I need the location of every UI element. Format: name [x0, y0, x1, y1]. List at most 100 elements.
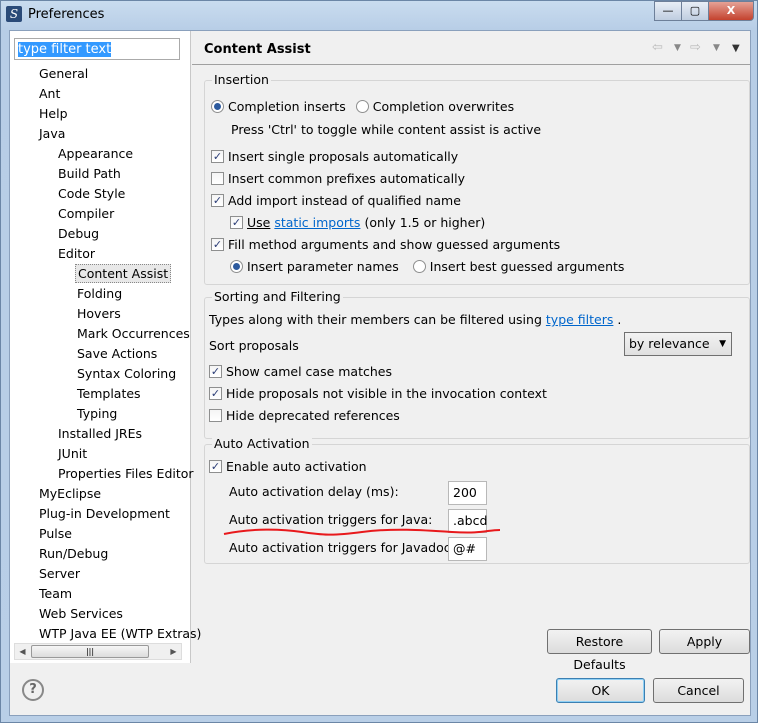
toggle-hint: Press 'Ctrl' to toggle while content ass… — [231, 122, 542, 137]
cancel-button[interactable]: Cancel — [653, 678, 744, 703]
app-icon: S — [6, 6, 22, 22]
tree-item[interactable]: Build Path — [56, 164, 123, 183]
maximize-button[interactable]: ▢ — [681, 1, 709, 21]
tree-item[interactable]: Properties Files Editor — [56, 464, 196, 483]
tree-item[interactable]: Run/Debug — [37, 544, 110, 563]
checkbox-label: Enable auto activation — [226, 459, 367, 474]
camel-case-checkbox[interactable]: ✓ — [209, 365, 222, 378]
group-legend: Sorting and Filtering — [212, 289, 343, 304]
completion-inserts-radio[interactable] — [211, 100, 224, 113]
hide-deprecated-checkbox[interactable] — [209, 409, 222, 422]
tree-item[interactable]: Web Services — [37, 604, 125, 623]
checkbox-label: Add import instead of qualified name — [228, 193, 461, 208]
tree-item[interactable]: Hovers — [75, 304, 123, 323]
filter-description: Types along with their members can be fi… — [209, 312, 542, 327]
tree-item[interactable]: Server — [37, 564, 82, 583]
tree-item[interactable]: Installed JREs — [56, 424, 144, 443]
group-legend: Insertion — [212, 72, 271, 87]
checkbox-label: Use — [247, 215, 271, 230]
common-prefixes-checkbox[interactable] — [211, 172, 224, 185]
scroll-right-icon[interactable]: ▶ — [166, 644, 181, 659]
completion-overwrites-radio[interactable] — [355, 100, 369, 113]
preference-tree-pane: type filter text General Ant Help Java Appea… — [10, 31, 201, 663]
tree-item[interactable]: Appearance — [56, 144, 135, 163]
tree-item[interactable]: Syntax Coloring — [75, 364, 178, 383]
delay-input[interactable]: 200 — [448, 481, 487, 505]
radio-label: Insert best guessed arguments — [429, 259, 625, 274]
sort-value: by relevance — [629, 336, 710, 351]
forward-icon[interactable]: ⇨ — [690, 40, 701, 55]
enable-auto-activation-checkbox[interactable]: ✓ — [209, 460, 222, 473]
tree-item[interactable]: Java — [37, 124, 67, 143]
sorting-filtering-group: Sorting and Filtering Types along with t… — [204, 289, 750, 439]
back-icon[interactable]: ⇦ — [652, 40, 663, 55]
tree-item[interactable]: Plug-in Development — [37, 504, 172, 523]
preferences-window: S Preferences — ▢ X type filter text Gen… — [0, 0, 758, 723]
fill-method-args-checkbox[interactable]: ✓ — [211, 238, 224, 251]
sort-proposals-select[interactable]: by relevance ▼ — [624, 332, 732, 356]
ok-button[interactable]: OK — [556, 678, 645, 703]
single-proposals-checkbox[interactable]: ✓ — [211, 150, 224, 163]
back-dropdown-icon[interactable]: ▼ — [674, 43, 681, 53]
tree-item[interactable]: Editor — [56, 244, 97, 263]
radio-label: Insert parameter names — [247, 259, 399, 274]
javadoc-triggers-label: Auto activation triggers for Javadoc: — [229, 540, 455, 555]
tree-item[interactable]: Templates — [75, 384, 143, 403]
tree-item[interactable]: Help — [37, 104, 70, 123]
tree-item[interactable]: Code Style — [56, 184, 127, 203]
hide-not-visible-checkbox[interactable]: ✓ — [209, 387, 222, 400]
tree-item[interactable]: Debug — [56, 224, 101, 243]
apply-button[interactable]: Apply — [659, 629, 750, 654]
tree-item[interactable]: Compiler — [56, 204, 116, 223]
view-menu-icon[interactable]: ▼ — [732, 43, 740, 54]
tree-item[interactable]: Pulse — [37, 524, 74, 543]
checkbox-label: Show camel case matches — [226, 364, 392, 379]
tree-item[interactable]: MyEclipse — [37, 484, 103, 503]
forward-dropdown-icon[interactable]: ▼ — [713, 43, 720, 53]
red-underline-annotation — [223, 528, 501, 536]
use-static-imports-checkbox[interactable]: ✓ — [230, 216, 243, 229]
filter-input[interactable]: type filter text — [14, 38, 180, 60]
tree-item[interactable]: JUnit — [56, 444, 89, 463]
dialog-body: type filter text General Ant Help Java Appea… — [9, 30, 751, 716]
javadoc-triggers-input[interactable]: @# — [448, 537, 487, 561]
content-assist-page: Content Assist ⇦ ▼ ⇨ ▼ ▼ Insertion Compl… — [192, 31, 750, 672]
version-note: (only 1.5 or higher) — [364, 215, 486, 230]
checkbox-label: Fill method arguments and show guessed a… — [228, 237, 561, 252]
chevron-down-icon: ▼ — [719, 339, 726, 349]
checkbox-label: Insert single proposals automatically — [228, 149, 459, 164]
checkbox-label: Insert common prefixes automatically — [228, 171, 466, 186]
group-legend: Auto Activation — [212, 436, 312, 451]
tree-item[interactable]: WTP Java EE (WTP Extras) — [37, 624, 203, 643]
scroll-thumb[interactable]: ||| — [31, 645, 149, 658]
title-bar: S Preferences — ▢ X — [1, 1, 758, 29]
page-title: Content Assist — [204, 42, 311, 57]
tree-item[interactable]: Mark Occurrences — [75, 324, 192, 343]
tree-item[interactable]: General — [37, 64, 90, 83]
insertion-group: Insertion Completion inserts Completion … — [204, 72, 750, 285]
page-header: Content Assist ⇦ ▼ ⇨ ▼ ▼ — [192, 31, 750, 65]
tree-item[interactable]: Save Actions — [75, 344, 159, 363]
tree-item[interactable]: Ant — [37, 84, 62, 103]
tree-item[interactable]: Folding — [75, 284, 124, 303]
minimize-button[interactable]: — — [654, 1, 682, 21]
filter-text: type filter text — [18, 42, 112, 57]
java-triggers-label: Auto activation triggers for Java: — [229, 512, 433, 527]
checkbox-label: Hide deprecated references — [226, 408, 400, 423]
checkbox-label: Hide proposals not visible in the invoca… — [226, 386, 547, 401]
tree-item[interactable]: Team — [37, 584, 74, 603]
sort-proposals-label: Sort proposals — [209, 338, 299, 353]
insert-best-guessed-radio[interactable] — [412, 260, 426, 273]
static-imports-link[interactable]: static imports — [274, 215, 360, 230]
scroll-left-icon[interactable]: ◀ — [15, 644, 30, 659]
add-import-checkbox[interactable]: ✓ — [211, 194, 224, 207]
horizontal-scrollbar[interactable]: ◀ ||| ▶ — [14, 643, 182, 660]
restore-defaults-button[interactable]: Restore Defaults — [547, 629, 652, 672]
insert-param-names-radio[interactable] — [230, 260, 243, 273]
tree-item[interactable]: Typing — [75, 404, 119, 423]
help-icon[interactable]: ? — [22, 679, 44, 701]
close-button[interactable]: X — [708, 1, 754, 21]
tree-item[interactable]: Content Assist — [75, 264, 172, 283]
radio-label: Completion inserts — [228, 99, 346, 114]
type-filters-link[interactable]: type filters — [546, 312, 614, 327]
